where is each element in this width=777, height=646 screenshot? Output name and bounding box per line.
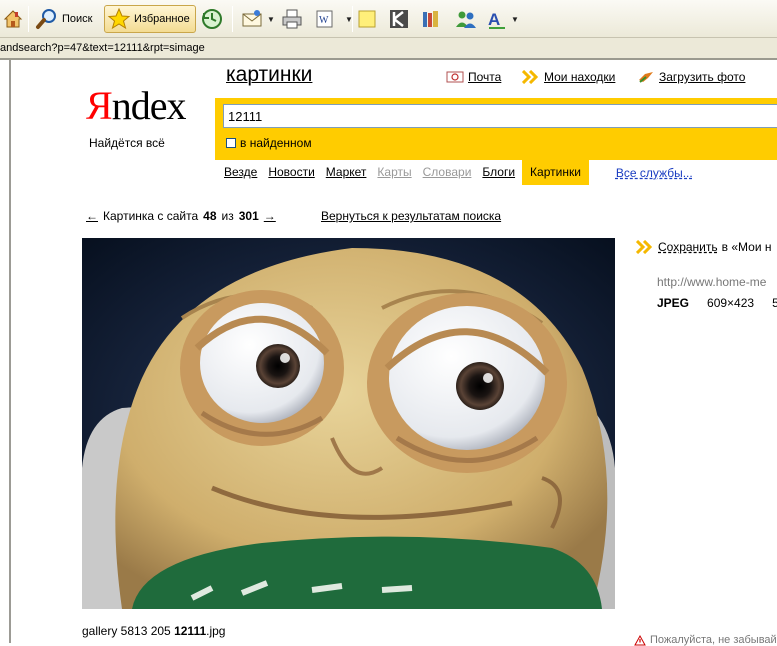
all-services-link[interactable]: Все службы...	[616, 166, 693, 180]
source-url[interactable]: http://www.home-me	[657, 275, 766, 289]
logo-ya: Я	[86, 83, 113, 128]
chevrons-right-icon	[522, 70, 539, 84]
font-size-icon: A	[488, 10, 505, 29]
svg-text:W: W	[319, 15, 329, 26]
chevron-down-icon[interactable]: ▼	[511, 15, 519, 24]
mail-link[interactable]: Почта	[446, 70, 501, 84]
my-finds-link-label: Мои находки	[544, 70, 616, 84]
nav-item-news[interactable]: Новости	[264, 160, 318, 185]
pager-of: из	[221, 209, 234, 223]
warning-icon	[634, 634, 646, 645]
search-in-found-label: в найденном	[240, 136, 312, 150]
save-link[interactable]: Сохранить	[658, 240, 718, 254]
address-bar[interactable]: andsearch?p=47&text=12111&rpt=simage	[0, 38, 777, 60]
history-button[interactable]	[200, 5, 224, 33]
logo-rest: ndex	[111, 83, 187, 128]
image-caption: gallery 5813 205 12111.jpg	[82, 624, 225, 638]
nav-item-maps[interactable]: Карты	[373, 160, 415, 185]
nav-item-dictionaries[interactable]: Словари	[419, 160, 476, 185]
favorites-button[interactable]: Избранное	[104, 5, 196, 33]
envelope-icon	[446, 71, 464, 83]
yandex-logo[interactable]: Яndex	[86, 83, 187, 128]
edit-button[interactable]: W ▼	[314, 5, 353, 33]
nav-item-blogs[interactable]: Блоги	[478, 160, 519, 185]
favorites-button-label: Избранное	[134, 13, 190, 25]
svg-text:A: A	[488, 10, 500, 29]
save-to-finds: Сохранить в «Мои н	[636, 240, 772, 254]
upload-photo-link[interactable]: Загрузить фото	[637, 70, 745, 84]
people-button[interactable]	[454, 5, 478, 33]
image-size: 50	[772, 296, 777, 310]
image-meta: JPEG 609×423 50	[657, 296, 777, 310]
chevrons-right-icon	[636, 240, 653, 254]
caption-prefix: gallery 5813 205	[82, 624, 171, 638]
home-icon	[3, 10, 23, 28]
next-image-arrow[interactable]: →	[264, 209, 276, 223]
left-frame-edge	[0, 60, 11, 643]
research-button[interactable]	[420, 5, 442, 33]
back-to-results-link[interactable]: Вернуться к результатам поиска	[321, 209, 501, 223]
books-icon	[423, 11, 438, 27]
search-in-found-checkbox[interactable]: в найденном	[226, 136, 312, 150]
mail-button[interactable]: ▼	[240, 5, 275, 33]
search-input[interactable]	[223, 104, 777, 128]
star-icon	[107, 7, 131, 30]
photo-illustration	[82, 238, 615, 609]
save-suffix: в «Мои н	[721, 240, 772, 254]
footer-notice-text: Пожалуйста, не забывай	[650, 634, 777, 646]
pager-current: 48	[203, 209, 217, 223]
chevron-down-icon[interactable]: ▼	[267, 15, 275, 24]
slogan: Найдётся всё	[89, 136, 165, 150]
page-title[interactable]: картинки	[226, 63, 312, 87]
word-icon: W	[316, 10, 333, 28]
caption-ext: .jpg	[206, 624, 226, 638]
footer-notice: Пожалуйста, не забывай	[634, 634, 777, 646]
pager-text: Картинка с сайта	[103, 209, 199, 223]
note-icon	[358, 10, 376, 28]
search-button[interactable]: Поиск	[35, 5, 92, 33]
upload-bird-icon	[639, 72, 653, 83]
services-nav: Везде Новости Маркет Карты Словари Блоги…	[220, 160, 693, 185]
pager-total: 301	[238, 209, 259, 223]
nav-item-everywhere[interactable]: Везде	[220, 160, 261, 185]
nav-item-market[interactable]: Маркет	[322, 160, 371, 185]
mail-link-label: Почта	[468, 70, 502, 84]
k-logo-icon	[390, 10, 408, 28]
my-finds-link[interactable]: Мои находки	[522, 70, 615, 84]
upload-photo-link-label: Загрузить фото	[659, 70, 746, 84]
font-button[interactable]: A ▼	[486, 5, 519, 33]
people-icon	[456, 11, 476, 28]
messenger-button[interactable]	[388, 5, 410, 33]
home-button[interactable]	[2, 5, 24, 33]
printer-icon	[282, 9, 302, 29]
print-button[interactable]	[280, 5, 304, 33]
prev-image-arrow[interactable]: ←	[86, 209, 98, 223]
browser-toolbar: Поиск Избранное ▼ W ▼ A ▼	[0, 0, 777, 38]
search-button-label: Поиск	[62, 13, 93, 25]
image-dimensions: 609×423	[707, 296, 755, 310]
history-icon	[202, 9, 222, 29]
search-icon	[36, 9, 56, 29]
nav-item-images[interactable]: Картинки	[522, 160, 589, 185]
image-pager: ← Картинка с сайта 48 из 301 →	[86, 209, 276, 223]
main-image[interactable]	[82, 238, 615, 609]
note-button[interactable]	[356, 5, 378, 33]
checkbox-box[interactable]	[226, 138, 236, 148]
image-format: JPEG	[657, 296, 690, 310]
mail-icon	[242, 10, 262, 27]
caption-bold: 12111	[174, 624, 207, 638]
